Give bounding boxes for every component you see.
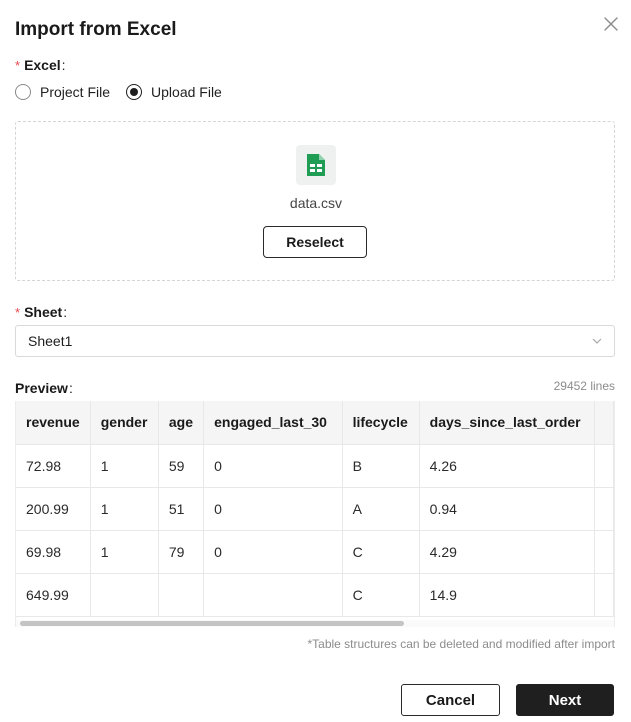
table-cell: C xyxy=(342,530,420,574)
column-header-overflow xyxy=(594,401,614,445)
table-cell: 0 xyxy=(203,487,343,531)
table-cell: 51 xyxy=(158,487,205,531)
source-radio-group: Project File Upload File xyxy=(15,82,222,102)
sheet-field-label: * Sheet: xyxy=(15,304,67,320)
lines-count: 29452 lines xyxy=(553,379,615,393)
required-mark: * xyxy=(15,305,21,320)
radio-checked-icon xyxy=(126,84,143,100)
sheet-label-colon: : xyxy=(63,304,68,320)
table-cell xyxy=(158,573,205,617)
table-row: 72.98 1 59 0 B 4.26 xyxy=(16,444,614,488)
table-cell: 0 xyxy=(203,444,343,488)
reselect-button[interactable]: Reselect xyxy=(263,226,367,258)
spreadsheet-icon xyxy=(296,145,336,185)
table-row: 200.99 1 51 0 A 0.94 xyxy=(16,487,614,531)
table-cell: 0.94 xyxy=(419,487,596,531)
table-cell: 649.99 xyxy=(16,573,91,617)
chevron-down-icon xyxy=(592,338,602,344)
excel-field-label: * Excel: xyxy=(15,57,66,73)
table-cell: 72.98 xyxy=(16,444,91,488)
table-cell: 0 xyxy=(203,530,343,574)
horizontal-scrollbar[interactable] xyxy=(16,620,614,627)
required-mark: * xyxy=(15,58,21,73)
close-icon[interactable] xyxy=(601,14,621,34)
sheet-label-text: Sheet xyxy=(24,304,63,320)
next-button[interactable]: Next xyxy=(516,684,614,716)
table-row: 69.98 1 79 0 C 4.29 xyxy=(16,530,614,574)
table-cell xyxy=(203,573,343,617)
radio-project-file[interactable]: Project File xyxy=(15,84,110,100)
table-cell: 200.99 xyxy=(16,487,91,531)
table-row: 649.99 C 14.9 xyxy=(16,573,614,617)
table-cell: C xyxy=(342,573,420,617)
table-cell-overflow xyxy=(594,487,614,531)
table-cell: 14.9 xyxy=(419,573,596,617)
import-dialog: Import from Excel * Excel: Project File U… xyxy=(0,0,631,722)
preview-table-container: revenue gender age engaged_last_30 lifec… xyxy=(15,401,615,627)
table-cell: 1 xyxy=(90,530,159,574)
column-header: engaged_last_30 xyxy=(203,401,343,445)
excel-label-colon: : xyxy=(61,57,66,73)
radio-upload-file-label: Upload File xyxy=(151,84,222,100)
table-cell-overflow xyxy=(594,573,614,617)
column-header: lifecycle xyxy=(342,401,420,445)
table-cell: 69.98 xyxy=(16,530,91,574)
preview-label-colon: : xyxy=(68,380,73,396)
table-cell: 79 xyxy=(158,530,205,574)
uploaded-file-name: data.csv xyxy=(289,195,343,211)
preview-label-text: Preview xyxy=(15,380,68,396)
import-note: *Table structures can be deleted and mod… xyxy=(307,637,615,651)
scrollbar-thumb[interactable] xyxy=(20,621,404,626)
table-cell: 4.26 xyxy=(419,444,596,488)
table-header-row: revenue gender age engaged_last_30 lifec… xyxy=(16,401,614,445)
excel-label-text: Excel xyxy=(24,57,61,73)
preview-label: Preview: xyxy=(15,380,73,396)
table-cell-overflow xyxy=(594,530,614,574)
radio-upload-file[interactable]: Upload File xyxy=(126,84,222,100)
table-cell-overflow xyxy=(594,444,614,488)
table-cell: 4.29 xyxy=(419,530,596,574)
upload-dropzone[interactable]: data.csv Reselect xyxy=(15,121,615,281)
table-cell: B xyxy=(342,444,420,488)
table-cell xyxy=(90,573,159,617)
radio-project-file-label: Project File xyxy=(40,84,111,100)
dialog-title: Import from Excel xyxy=(15,19,177,40)
cancel-button[interactable]: Cancel xyxy=(401,684,500,716)
table-cell: 1 xyxy=(90,487,159,531)
column-header: gender xyxy=(90,401,159,445)
table-cell: 1 xyxy=(90,444,159,488)
table-cell: 59 xyxy=(158,444,205,488)
column-header: revenue xyxy=(16,401,91,445)
column-header: days_since_last_order xyxy=(419,401,596,445)
table-cell: A xyxy=(342,487,420,531)
preview-table: revenue gender age engaged_last_30 lifec… xyxy=(16,401,614,617)
column-header: age xyxy=(158,401,205,445)
sheet-select[interactable]: Sheet1 xyxy=(15,325,615,357)
sheet-select-value: Sheet1 xyxy=(28,333,73,349)
radio-unchecked-icon xyxy=(15,84,31,100)
